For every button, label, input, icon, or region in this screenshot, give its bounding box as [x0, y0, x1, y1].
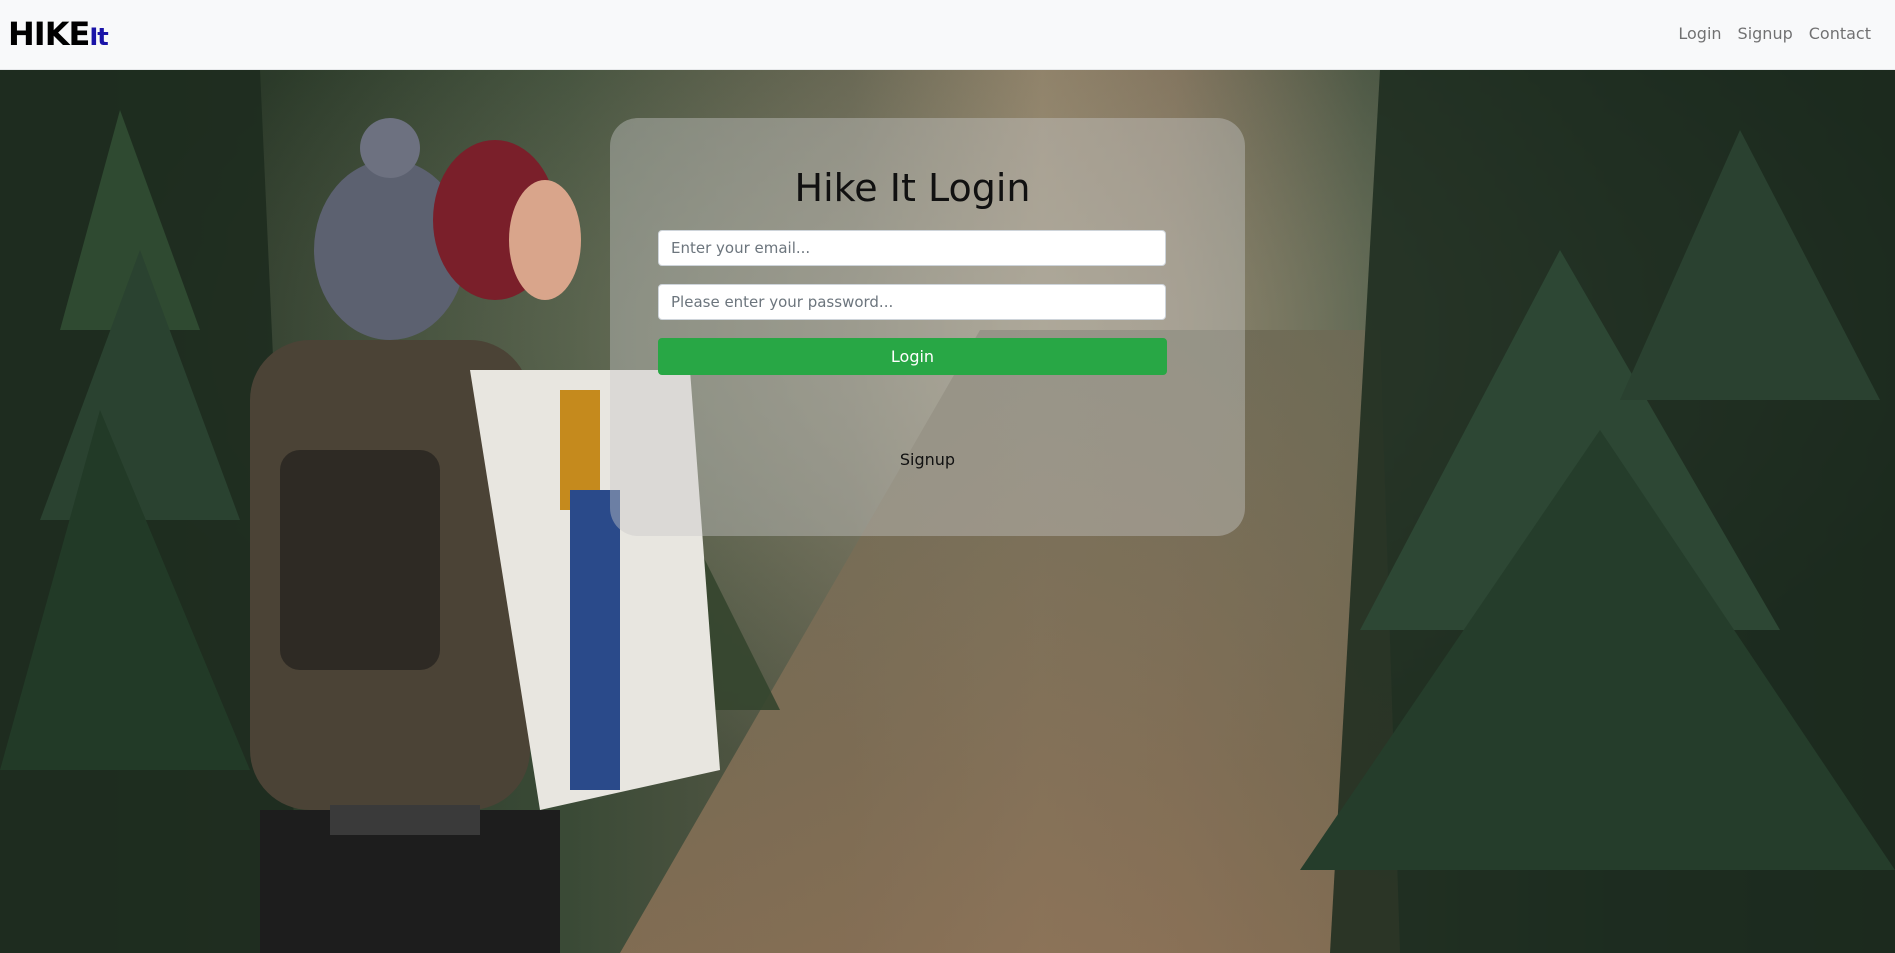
password-field[interactable] — [658, 284, 1166, 320]
navbar: HIKEIt Login Signup Contact — [0, 0, 1895, 70]
login-button[interactable]: Login — [658, 338, 1167, 375]
nav-links: Login Signup Contact — [1678, 22, 1871, 46]
page: HIKEIt Login Signup Contact Hike It Logi… — [0, 0, 1895, 953]
brand-logo[interactable]: HIKEIt — [8, 14, 109, 57]
login-card: Hike It Login Login Signup — [610, 118, 1245, 536]
login-title: Hike It Login — [794, 166, 1031, 210]
brand-accent: It — [89, 23, 108, 51]
nav-link-contact[interactable]: Contact — [1809, 22, 1871, 46]
email-field[interactable] — [658, 230, 1166, 266]
brand-main: HIKE — [8, 15, 90, 53]
signup-link[interactable]: Signup — [610, 450, 1245, 469]
nav-link-signup[interactable]: Signup — [1738, 22, 1793, 46]
nav-link-login[interactable]: Login — [1678, 22, 1721, 46]
